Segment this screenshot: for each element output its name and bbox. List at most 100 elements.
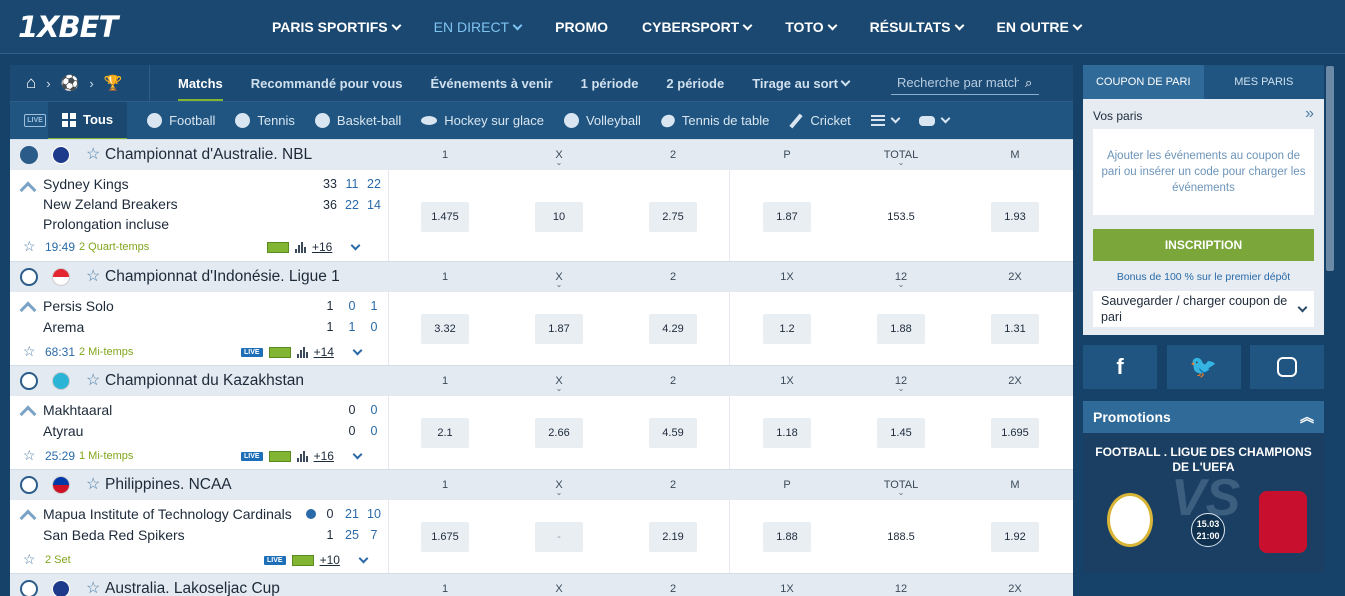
home-icon[interactable]: ⌂ [26, 73, 36, 93]
team-home[interactable]: Persis Solo [43, 298, 114, 314]
nav-en-outre[interactable]: EN OUTRE [997, 19, 1083, 35]
odd-button[interactable]: 1.88 [763, 522, 811, 552]
odd-button[interactable]: 1.695 [991, 418, 1039, 448]
team-away[interactable]: New Zeland Breakers [43, 196, 178, 212]
odd-button[interactable]: 1.45 [877, 418, 925, 448]
odd-button[interactable]: 2.75 [649, 202, 697, 232]
live-icon[interactable]: LIVE [24, 114, 46, 127]
match-row[interactable]: Sydney Kings New Zeland Breakers Prolong… [10, 169, 1073, 262]
team-away[interactable]: Arema [43, 319, 84, 335]
tab-matchs[interactable]: Matchs [178, 66, 223, 101]
favorite-star-icon[interactable]: ☆ [86, 474, 100, 494]
team-home[interactable]: Sydney Kings [43, 176, 129, 192]
favorite-star-icon[interactable]: ☆ [86, 578, 100, 596]
sport-football[interactable]: Football [147, 102, 215, 140]
field-icon[interactable] [291, 554, 314, 566]
pin-icon[interactable] [19, 181, 37, 199]
pin-icon[interactable] [19, 405, 37, 423]
field-icon[interactable] [268, 346, 291, 358]
sport-tennis-de-table[interactable]: Tennis de table [658, 102, 769, 140]
tab-evenements-a-venir[interactable]: Événements à venir [431, 76, 553, 91]
tab-1-periode[interactable]: 1 période [581, 76, 639, 91]
sport-tous[interactable]: Tous [48, 101, 128, 140]
twitter-icon[interactable]: 🐦 [1166, 345, 1241, 389]
favorite-star-icon[interactable]: ☆ [23, 238, 36, 255]
odd-button[interactable]: 1.92 [991, 522, 1039, 552]
league-header[interactable]: ☆ Championnat du Kazakhstan 1 X ⌄ 2 1X 12… [10, 365, 1073, 395]
expand-icon[interactable] [352, 449, 363, 459]
nav-paris-sportifs[interactable]: PARIS SPORTIFS [272, 19, 402, 35]
team-home[interactable]: Mapua Institute of Technology Cardinals [43, 506, 292, 522]
nav-cybersport[interactable]: CYBERSPORT [642, 19, 753, 35]
league-header[interactable]: ☆ Philippines. NCAA 1 X ⌄ 2 P TOTAL ⌄ M [10, 469, 1073, 499]
collapse-arrows-icon[interactable]: » [1305, 105, 1314, 123]
save-coupon-dropdown[interactable]: Sauvegarder / charger coupon de pari [1093, 291, 1314, 327]
odd-button[interactable]: 1.675 [421, 522, 469, 552]
facebook-icon[interactable]: f [1083, 345, 1157, 389]
logo[interactable]: 1XBET [18, 10, 118, 44]
collapse-up-icon[interactable]: ︽ [1300, 407, 1314, 427]
sport-tennis[interactable]: Tennis [235, 102, 295, 140]
odd-button[interactable]: 4.29 [649, 314, 697, 344]
bonus-link[interactable]: Bonus de 100 % sur le premier dépôt [1093, 271, 1314, 283]
team-home[interactable]: Makhtaaral [43, 402, 112, 418]
tab-tirage-au-sort[interactable]: Tirage au sort [752, 76, 851, 91]
favorite-star-icon[interactable]: ☆ [86, 370, 100, 390]
field-icon[interactable] [268, 450, 291, 462]
expand-icon[interactable] [350, 240, 361, 250]
favorite-star-icon[interactable]: ☆ [86, 144, 100, 164]
tab-coupon-de-pari[interactable]: COUPON DE PARI [1083, 65, 1204, 99]
field-icon[interactable] [267, 241, 289, 253]
sport-basketball[interactable]: Basket-ball [314, 102, 401, 140]
favorite-star-icon[interactable]: ☆ [86, 266, 100, 286]
expand-icon[interactable] [358, 553, 369, 563]
more-bets-button[interactable]: +10 [320, 553, 340, 567]
nav-en-direct[interactable]: EN DIRECT [434, 19, 523, 35]
league-header[interactable]: ☆ Australia. Lakoseljac Cup 1 X 2 1X 12 … [10, 573, 1073, 596]
odd-button[interactable]: 1.93 [991, 202, 1039, 232]
stats-icon[interactable] [295, 241, 306, 253]
stats-icon[interactable] [296, 346, 308, 358]
trophy-icon[interactable]: 🏆 [104, 74, 123, 92]
league-header[interactable]: ☆ Championnat d'Australie. NBL 1 X ⌄ 2 P … [10, 139, 1073, 169]
tab-2-periode[interactable]: 2 période [666, 76, 724, 91]
search-input[interactable] [897, 75, 1019, 90]
football-icon[interactable]: ⚽ [61, 74, 80, 92]
match-row[interactable]: Mapua Institute of Technology Cardinals … [10, 499, 1073, 574]
register-button[interactable]: INSCRIPTION [1093, 229, 1314, 261]
odd-button[interactable]: 10 [535, 202, 583, 232]
sport-hockey[interactable]: Hockey sur glace [421, 102, 544, 140]
tab-recommande[interactable]: Recommandé pour vous [251, 76, 403, 91]
expand-icon[interactable] [352, 345, 363, 355]
promotions-header[interactable]: Promotions ︽ [1083, 401, 1324, 433]
league-header[interactable]: ☆ Championnat d'Indonésie. Ligue 1 1 X ⌄ … [10, 261, 1073, 291]
match-row[interactable]: Makhtaaral Atyrau 0 0 0 0 ☆ 25:29 1 Mi-t… [10, 395, 1073, 470]
esports-button[interactable] [918, 102, 951, 140]
odd-button[interactable]: 2.66 [535, 418, 583, 448]
odd-button[interactable]: 1.87 [763, 202, 811, 232]
sport-volleyball[interactable]: Volleyball [563, 102, 641, 140]
more-bets-button[interactable]: +16 [314, 449, 334, 463]
match-row[interactable]: Persis Solo Arema 1 0 1 1 1 0 ☆ 68:31 2 … [10, 291, 1073, 366]
nav-toto[interactable]: TOTO [785, 19, 838, 35]
favorite-star-icon[interactable]: ☆ [23, 343, 36, 360]
odd-button[interactable]: 1.2 [763, 314, 811, 344]
scrollbar-thumb[interactable] [1326, 66, 1334, 271]
promotion-banner[interactable]: FOOTBALL . LIGUE DES CHAMPIONS DE L'UEFA… [1083, 433, 1324, 573]
odd-button[interactable]: 1.88 [877, 314, 925, 344]
odd-button[interactable]: 1.18 [763, 418, 811, 448]
team-away[interactable]: Atyrau [43, 423, 83, 439]
odd-button[interactable]: 3.32 [421, 314, 469, 344]
nav-resultats[interactable]: RÉSULTATS [870, 19, 964, 35]
more-bets-button[interactable]: +16 [312, 240, 332, 254]
odd-button[interactable]: 2.19 [649, 522, 697, 552]
odd-button[interactable]: 1.31 [991, 314, 1039, 344]
odd-button[interactable]: 2.1 [421, 418, 469, 448]
nav-promo[interactable]: PROMO [555, 19, 608, 35]
odd-button[interactable]: 4.59 [649, 418, 697, 448]
tab-mes-paris[interactable]: MES PARIS [1203, 65, 1324, 99]
odd-button[interactable]: 1.475 [421, 202, 469, 232]
more-sports-button[interactable] [870, 102, 901, 140]
favorite-star-icon[interactable]: ☆ [23, 447, 36, 464]
more-bets-button[interactable]: +14 [314, 345, 334, 359]
